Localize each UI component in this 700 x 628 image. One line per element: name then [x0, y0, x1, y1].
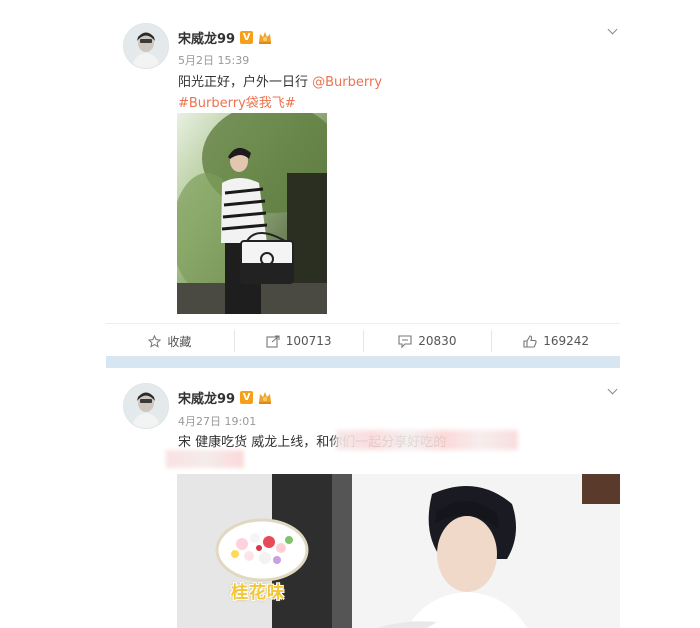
- blurred-text: [336, 430, 518, 450]
- mention-link[interactable]: @Burberry: [312, 75, 382, 90]
- post-photo[interactable]: [177, 113, 327, 314]
- star-icon: [148, 334, 162, 348]
- verified-icon: V: [240, 31, 254, 44]
- post-photo[interactable]: 桂花味: [177, 474, 620, 628]
- avatar[interactable]: [123, 23, 169, 69]
- comment-count: 20830: [418, 334, 457, 348]
- username-link[interactable]: 宋威龙99: [178, 388, 235, 407]
- repost-count: 100713: [285, 334, 332, 348]
- hashtag-link[interactable]: #Burberry袋我飞#: [178, 92, 296, 111]
- like-count: 169242: [543, 334, 590, 348]
- post-text: 阳光正好，户外一日行 @Burberry: [178, 71, 382, 90]
- author-row: 宋威龙99 V: [178, 28, 272, 47]
- action-bar: 收藏 100713 20830 169242: [106, 323, 620, 358]
- image-overlay-text: 桂花味: [231, 583, 285, 603]
- blurred-text: [166, 450, 244, 468]
- avatar[interactable]: [123, 383, 169, 429]
- post-divider: [106, 356, 620, 368]
- chevron-down-icon[interactable]: [607, 24, 618, 35]
- weibo-post: 宋威龙99 V 5月2日 15:39 阳光正好，户外一日行 @Burberry …: [106, 0, 620, 356]
- comment-icon: [398, 334, 412, 348]
- repost-button[interactable]: 100713: [235, 330, 364, 352]
- crown-icon[interactable]: [258, 391, 272, 404]
- repost-icon: [266, 334, 280, 348]
- verified-icon: V: [240, 391, 254, 404]
- like-icon: [523, 334, 537, 348]
- post-time[interactable]: 5月2日 15:39: [178, 52, 249, 68]
- comment-button[interactable]: 20830: [364, 330, 493, 352]
- post-text-line: 阳光正好，户外一日行: [178, 75, 313, 90]
- post-time[interactable]: 4月27日 19:01: [178, 413, 256, 429]
- chevron-down-icon[interactable]: [607, 384, 618, 395]
- favorite-label: 收藏: [167, 334, 192, 349]
- favorite-button[interactable]: 收藏: [106, 330, 235, 352]
- crown-icon[interactable]: [258, 31, 272, 44]
- username-link[interactable]: 宋威龙99: [178, 28, 235, 47]
- like-button[interactable]: 169242: [492, 330, 620, 352]
- author-row: 宋威龙99 V: [178, 388, 272, 407]
